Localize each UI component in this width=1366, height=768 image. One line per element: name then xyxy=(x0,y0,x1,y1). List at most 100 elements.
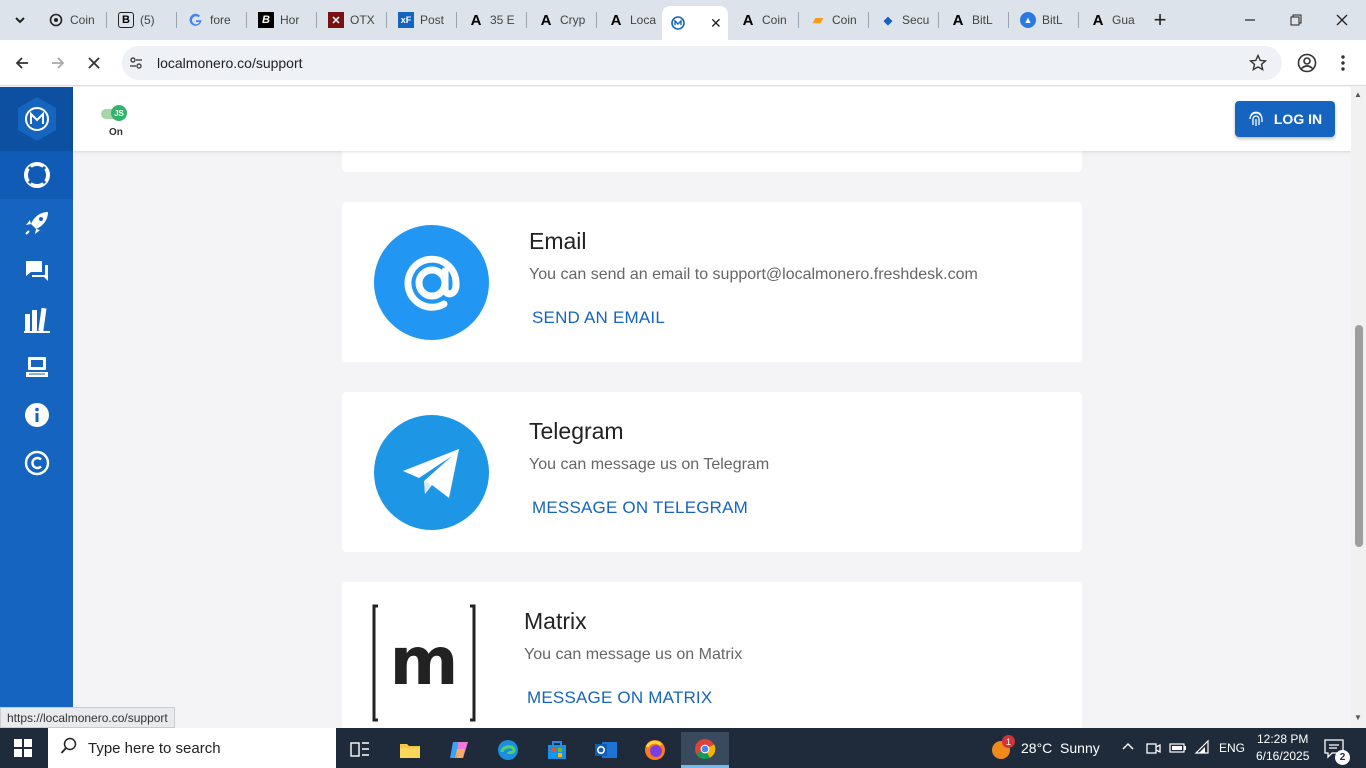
clock-date[interactable]: 6/16/2025 xyxy=(1256,749,1309,763)
browser-tab[interactable]: ▰ Coin xyxy=(802,6,862,34)
browser-tab[interactable]: ▲ BitL xyxy=(1012,6,1072,34)
bi-logo-icon: B xyxy=(258,12,274,28)
browser-tab[interactable]: Coin xyxy=(40,6,100,34)
js-badge: JS xyxy=(111,105,127,121)
message-telegram-link[interactable]: MESSAGE ON TELEGRAM xyxy=(532,498,748,518)
support-icon[interactable] xyxy=(0,151,73,199)
login-label: LOG IN xyxy=(1273,111,1323,127)
email-at-icon xyxy=(374,225,489,340)
contact-card-telegram: Telegram You can message us on Telegram … xyxy=(342,392,1082,552)
browser-menu-icon[interactable] xyxy=(1331,51,1355,75)
browser-tab[interactable]: A Gua xyxy=(1082,6,1142,34)
wifi-icon[interactable] xyxy=(1194,739,1210,760)
browser-tab[interactable]: B (5) xyxy=(110,6,170,34)
a-logo-icon: A xyxy=(540,11,552,29)
tab-title: Loca xyxy=(630,13,657,27)
minimize-icon[interactable] xyxy=(1238,8,1262,32)
rocket-icon[interactable] xyxy=(0,199,73,247)
browser-tab[interactable]: B Hor xyxy=(250,6,310,34)
meet-now-icon[interactable] xyxy=(1145,740,1161,761)
browser-tab[interactable]: ◆ Secu xyxy=(872,6,932,34)
browser-tab[interactable]: A Loca xyxy=(600,6,660,34)
taskbar-search-box[interactable]: Type here to search xyxy=(48,728,336,768)
tab-title: Secu xyxy=(902,13,930,27)
browser-toolbar: localmonero.co/support xyxy=(0,40,1366,86)
a-logo-icon: A xyxy=(742,11,754,29)
send-email-link[interactable]: SEND AN EMAIL xyxy=(532,308,665,328)
browser-tab[interactable]: A 35 E xyxy=(460,6,520,34)
google-icon xyxy=(188,12,204,28)
guides-icon[interactable] xyxy=(0,295,73,343)
stop-loading-icon[interactable] xyxy=(82,51,106,75)
scroll-down-arrow-icon[interactable]: ▼ xyxy=(1354,713,1362,722)
language-indicator[interactable]: ENG xyxy=(1219,741,1245,755)
login-button[interactable]: LOG IN xyxy=(1235,101,1335,137)
telegram-icon xyxy=(374,415,489,530)
card-description: You can message us on Telegram xyxy=(529,456,770,473)
browser-tab[interactable]: ✕ OTX xyxy=(320,6,380,34)
clock-time[interactable]: 12:28 PM xyxy=(1257,732,1308,746)
close-window-icon[interactable] xyxy=(1330,8,1354,32)
browser-tab[interactable]: A Cryp xyxy=(530,6,590,34)
scrollbar-thumb[interactable] xyxy=(1355,325,1363,547)
tab-title: fore xyxy=(210,13,231,27)
weather-alert-badge: 1 xyxy=(1002,735,1015,748)
openai-icon xyxy=(48,12,64,28)
show-hidden-icons-chevron-icon[interactable] xyxy=(1121,740,1135,759)
back-arrow-icon[interactable] xyxy=(10,51,34,75)
chat-icon[interactable] xyxy=(0,247,73,295)
chrome-icon[interactable] xyxy=(681,732,729,768)
a-logo-icon: A xyxy=(470,11,482,29)
browser-tab[interactable]: A Coin xyxy=(732,6,792,34)
windows-start-icon[interactable] xyxy=(14,739,32,762)
message-matrix-link[interactable]: MESSAGE ON MATRIX xyxy=(527,688,712,708)
close-tab-icon[interactable]: ✕ xyxy=(710,15,722,32)
contact-card-email: Email You can send an email to support@l… xyxy=(342,202,1082,362)
copilot-icon[interactable] xyxy=(435,732,483,768)
outlook-icon[interactable] xyxy=(582,732,630,768)
info-icon[interactable] xyxy=(0,391,73,439)
browser-tab[interactable]: fore xyxy=(180,6,240,34)
task-view-icon[interactable] xyxy=(336,732,384,768)
new-tab-plus-icon[interactable]: + xyxy=(1148,7,1172,32)
js-state-label: On xyxy=(109,127,123,138)
file-explorer-icon[interactable] xyxy=(386,732,434,768)
tab-search-chevron-icon[interactable] xyxy=(8,8,32,32)
profile-icon[interactable] xyxy=(1295,51,1319,75)
card-description: You can send an email to support@localmo… xyxy=(529,266,978,283)
search-placeholder: Type here to search xyxy=(88,739,221,757)
edge-icon[interactable] xyxy=(484,732,532,768)
copyright-icon[interactable] xyxy=(0,439,73,487)
localmonero-logo[interactable] xyxy=(0,87,73,151)
tab-title: Gua xyxy=(1112,13,1135,27)
site-info-icon[interactable] xyxy=(128,55,144,76)
coin-icon: ▰ xyxy=(813,12,823,27)
a-logo-icon: A xyxy=(610,11,622,29)
terminal-icon[interactable] xyxy=(0,343,73,391)
battery-icon[interactable] xyxy=(1169,741,1187,759)
store-icon[interactable] xyxy=(533,732,581,768)
firefox-icon[interactable] xyxy=(631,732,679,768)
address-bar[interactable]: localmonero.co/support xyxy=(122,46,1282,80)
web-page: JS On LOG IN Email You can send an email… xyxy=(0,87,1351,728)
bookmark-star-icon[interactable] xyxy=(1248,53,1268,77)
matrix-logo-icon: m xyxy=(372,604,476,722)
bitlocker-icon: ▲ xyxy=(1020,12,1036,28)
tab-title: BitL xyxy=(972,13,993,27)
browser-tab[interactable]: A BitL xyxy=(942,6,1002,34)
forward-arrow-icon[interactable] xyxy=(46,51,70,75)
browser-tab-active[interactable]: ✕ xyxy=(662,6,728,40)
tab-title: Hor xyxy=(280,13,300,27)
js-toggle[interactable]: JS On xyxy=(99,105,129,141)
browser-tab[interactable]: xF Post xyxy=(390,6,450,34)
browser-tab-strip: Coin B (5) fore B Hor ✕ OTX xF Post A 35 E AC… xyxy=(0,0,1366,40)
page-scrollbar[interactable]: ▲ ▼ xyxy=(1351,87,1366,728)
notifications-count-badge: 2 xyxy=(1335,750,1350,765)
contact-card-matrix: m Matrix You can message us on Matrix ME… xyxy=(342,582,1082,728)
a-logo-icon: A xyxy=(1092,11,1104,29)
restore-icon[interactable] xyxy=(1284,8,1308,32)
tab-title: Coin xyxy=(832,13,857,27)
card-title: Email xyxy=(529,228,587,254)
scroll-up-arrow-icon[interactable]: ▲ xyxy=(1354,90,1362,99)
weather-text[interactable]: 28°C Sunny xyxy=(1021,740,1100,756)
